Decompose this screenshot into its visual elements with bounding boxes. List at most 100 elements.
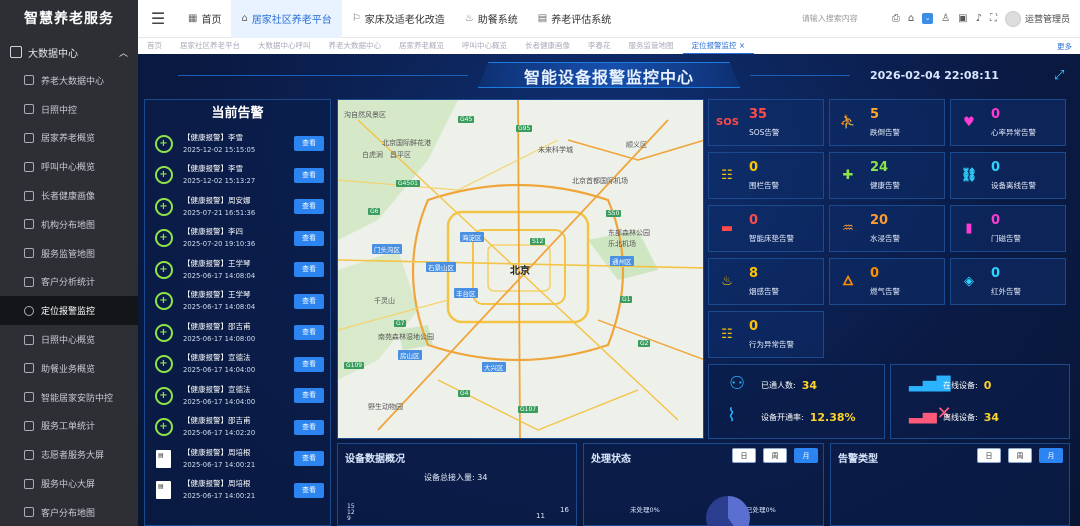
nav-tab[interactable]: ⌂ 居家社区养老平台 [231,0,342,38]
home-icon[interactable]: ⌂ [908,13,914,24]
alarm-count: 0 [991,107,1001,122]
sidebar-item[interactable]: 日照中心概览 [0,325,138,354]
sidebar-item[interactable]: 长者健康画像 [0,181,138,210]
sidebar-item[interactable]: 服务监管地图 [0,239,138,268]
alarm-card[interactable]: ▮ 0 门磁告警 [950,205,1066,252]
open-tab[interactable]: 大数据中心呼叫 [249,38,320,54]
bell-icon[interactable]: ♪ [976,13,982,24]
period-toggle[interactable]: 周 [763,448,787,463]
sidebar-item[interactable]: 服务工单统计 [0,412,138,441]
fullscreen-icon[interactable]: ⛶ [990,13,997,24]
sidebar-item[interactable]: 居家养老概览 [0,124,138,153]
alert-person: 邵吉甫 [228,321,251,331]
person-icon: ⚇ [729,373,746,394]
printer-icon[interactable]: ⎙ [892,13,900,24]
open-tab[interactable]: 李春花 [579,38,620,54]
period-toggle[interactable]: 日 [732,448,756,463]
behavior-icon: ☷ [721,327,733,342]
sidebar-item[interactable]: 客户分析统计 [0,268,138,297]
alarm-card[interactable]: SOS 35 SOS告警 [708,99,824,146]
sidebar-group-bigdata[interactable]: 大数据中心 ︿ [0,38,138,66]
search-input[interactable]: 请输入搜索内容 [802,13,892,24]
view-button[interactable]: 查看 [294,451,324,467]
alarm-card[interactable]: 🜂 0 燃气告警 [829,258,945,305]
view-button[interactable]: 查看 [294,199,324,215]
offline-devices: 离线设备: 34 [943,411,1000,424]
view-button[interactable]: 查看 [294,325,324,341]
sidebar-item-label: 智能居家安防中控 [41,393,114,404]
alarm-name: 燃气告警 [870,287,900,296]
dropdown-icon[interactable]: ⌄ [922,13,934,24]
alarm-card[interactable]: ♒ 20 水浸告警 [829,205,945,252]
bar-value-label: 11 [536,512,545,520]
nav-tab[interactable]: ♨ 助餐系统 [455,0,528,38]
sidebar-item[interactable]: 呼叫中心概览 [0,152,138,181]
map-view[interactable]: 沟自然风景区 北京国际鲜花港 昌平区 白虎涧 未来科学城 顺义区 北京首都国际机… [337,99,704,439]
top-navigation: ☰ ▦ 首页 ⌂ 居家社区养老平台 ⚐ 家床及适老化改造 ♨ 助餐系统 ▤ 养老评估系统 请输入搜… [138,0,1080,38]
sidebar-item[interactable]: 志愿者服务大屏 [0,440,138,469]
view-button[interactable]: 查看 [294,356,324,372]
close-icon[interactable]: × [739,41,745,50]
fullscreen-icon[interactable]: ⤢ [1054,68,1064,83]
avatar[interactable] [1004,10,1021,27]
sidebar-item[interactable]: 服务中心大屏 [0,469,138,498]
dashboard-title: 智能设备报警监控中心 [523,68,694,87]
view-button[interactable]: 查看 [294,230,324,246]
sidebar-item[interactable]: 机构分布地图 [0,210,138,239]
alarm-card[interactable]: ▬ 0 智能床垫告警 [708,205,824,252]
map-road-label: G7 [394,320,407,327]
nav-tab[interactable]: ▦ 首页 [178,0,231,38]
nav-tab[interactable]: ⚐ 家床及适老化改造 [342,0,455,38]
period-toggle[interactable]: 月 [794,448,818,463]
user-name[interactable]: 运营管理员 [1025,12,1070,25]
sidebar-item[interactable]: 助餐业务概览 [0,354,138,383]
menu-toggle-icon[interactable]: ☰ [138,9,178,28]
period-toggle[interactable]: 周 [1008,448,1032,463]
alarm-card[interactable]: ☷ 0 围栏告警 [708,152,824,199]
alert-time: 2025-06-17 14:08:04 [183,303,256,312]
document-icon [24,161,34,172]
alarm-count: 0 [749,160,759,175]
period-toggle[interactable]: 日 [977,448,1001,463]
open-tab[interactable]: 居家社区养老平台 [171,38,249,54]
sidebar-item-label: 日照中心概览 [41,336,96,347]
alarm-card[interactable]: ♥ 0 心率异常告警 [950,99,1066,146]
map-label: 沟自然风景区 [344,111,386,119]
connected-count: 已通人数: 34 [761,379,818,392]
more-tabs-button[interactable]: 更多 [1057,41,1072,52]
view-button[interactable]: 查看 [294,262,324,278]
open-tab[interactable]: 长者健康画像 [516,38,579,54]
open-tab[interactable]: 居家养老概览 [390,38,453,54]
sidebar-item[interactable]: 养老大数据中心 [0,66,138,95]
open-tab[interactable]: 呼叫中心概览 [453,38,516,54]
lock-icon[interactable]: ▣ [958,13,967,24]
view-button[interactable]: 查看 [294,388,324,404]
sidebar-item[interactable]: 定位报警监控 [0,296,138,326]
alarm-card[interactable]: ⛹ 5 跌倒告警 [829,99,945,146]
open-tab[interactable]: 定位报警监控 × [682,38,755,54]
alarm-count: 0 [991,266,1001,281]
view-button[interactable]: 查看 [294,136,324,152]
alert-item: + 【健康报警】李四 2025-07-20 19:10:36 查看 [145,223,330,255]
period-toggle[interactable]: 月 [1039,448,1063,463]
open-tab[interactable]: 首页 [138,38,171,54]
map-road-label: G45 [458,116,475,123]
alarm-card[interactable]: ⛓ 0 设备离线告警 [950,152,1066,199]
view-button[interactable]: 查看 [294,293,324,309]
alarm-name: 健康告警 [870,181,900,190]
sidebar-item[interactable]: 智能居家安防中控 [0,383,138,412]
alarm-card[interactable]: ✚ 24 健康告警 [829,152,945,199]
nav-tab[interactable]: ▤ 养老评估系统 [528,0,621,38]
alarm-card[interactable]: ◈ 0 红外告警 [950,258,1066,305]
open-tab[interactable]: 服务监管地图 [620,38,683,54]
sidebar-item[interactable]: 日照中控 [0,95,138,124]
view-button[interactable]: 查看 [294,419,324,435]
alarm-card[interactable]: ☷ 0 行为异常告警 [708,311,824,358]
alarm-card[interactable]: ♨ 8 烟感告警 [708,258,824,305]
view-button[interactable]: 查看 [294,482,324,498]
shirt-icon[interactable]: ♙ [941,13,950,24]
health-icon: + [154,134,173,153]
sidebar-item[interactable]: 客户分布地图 [0,498,138,526]
open-tab[interactable]: 养老大数据中心 [320,38,391,54]
view-button[interactable]: 查看 [294,167,324,183]
